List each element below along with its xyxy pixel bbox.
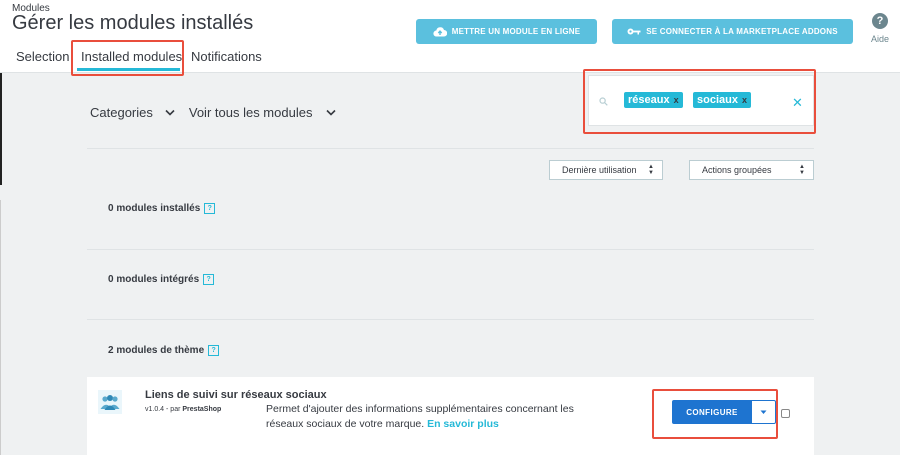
- connect-addons-button[interactable]: SE CONNECTER À LA MARKETPLACE ADDONS: [612, 19, 853, 44]
- highlight-annotation: [71, 40, 184, 76]
- cloud-upload-icon: [433, 27, 447, 37]
- help-icon[interactable]: ?: [203, 274, 215, 285]
- divider: [87, 148, 814, 149]
- page-title: Gérer les modules installés: [12, 12, 254, 34]
- module-version: v1.0.4: [145, 406, 165, 413]
- module-description: Permet d'ajouter des informations supplé…: [266, 402, 611, 432]
- help-button[interactable]: ? Aide: [868, 13, 892, 44]
- divider: [87, 319, 814, 320]
- section-title-integrated: 0 modules intégrés ?: [108, 274, 215, 285]
- module-author-prefix: - par: [166, 406, 181, 413]
- users-icon: [98, 390, 122, 414]
- module-name[interactable]: Liens de suivi sur réseaux sociaux: [145, 389, 327, 401]
- window-edge: [0, 73, 2, 185]
- categories-label: Categories: [90, 104, 153, 120]
- view-modules-dropdown[interactable]: Voir tous les modules: [189, 105, 337, 120]
- divider: [87, 249, 814, 250]
- tab-notifications[interactable]: Notifications: [191, 49, 262, 64]
- view-modules-label: Voir tous les modules: [188, 104, 313, 120]
- module-meta: v1.0.4 - par PrestaShop: [145, 406, 221, 413]
- bulk-actions-select[interactable]: Actions groupées ▲ ▼: [689, 160, 814, 180]
- sort-select-value: Dernière utilisation: [562, 165, 637, 175]
- module-select-checkbox[interactable]: [781, 409, 790, 418]
- section-title-theme: 2 modules de thème ?: [108, 345, 220, 356]
- filter-bar: Categories Voir tous les modules: [90, 102, 337, 122]
- section-title-label: 2 modules de thème: [108, 345, 205, 356]
- sort-arrows-icon: ▲ ▼: [799, 164, 805, 176]
- connect-addons-label: SE CONNECTER À LA MARKETPLACE ADDONS: [646, 27, 838, 36]
- learn-more-link[interactable]: En savoir plus: [427, 418, 499, 430]
- window-edge: [0, 200, 1, 455]
- section-title-label: 0 modules intégrés: [108, 274, 200, 285]
- upload-module-button[interactable]: METTRE UN MODULE EN LIGNE: [416, 19, 597, 44]
- highlight-annotation: [652, 389, 778, 439]
- categories-dropdown[interactable]: Categories: [90, 105, 175, 120]
- bulk-actions-value: Actions groupées: [702, 165, 772, 175]
- help-icon[interactable]: ?: [208, 345, 220, 356]
- key-icon: [627, 28, 641, 35]
- sort-select[interactable]: Dernière utilisation ▲ ▼: [549, 160, 663, 180]
- upload-module-label: METTRE UN MODULE EN LIGNE: [451, 27, 581, 36]
- chevron-down-icon: [165, 109, 175, 116]
- module-author: PrestaShop: [182, 406, 222, 413]
- sort-arrows-icon: ▲ ▼: [648, 164, 654, 176]
- section-title-label: 0 modules installés: [108, 203, 201, 214]
- module-description-text: Permet d'ajouter des informations supplé…: [266, 403, 574, 430]
- help-icon[interactable]: ?: [204, 203, 216, 214]
- highlight-annotation: [583, 69, 816, 134]
- help-icon: ?: [872, 13, 888, 29]
- help-label: Aide: [870, 34, 889, 44]
- section-title-installed: 0 modules installés ?: [108, 203, 216, 214]
- chevron-down-icon: [326, 109, 337, 116]
- tab-selection[interactable]: Selection: [16, 49, 69, 64]
